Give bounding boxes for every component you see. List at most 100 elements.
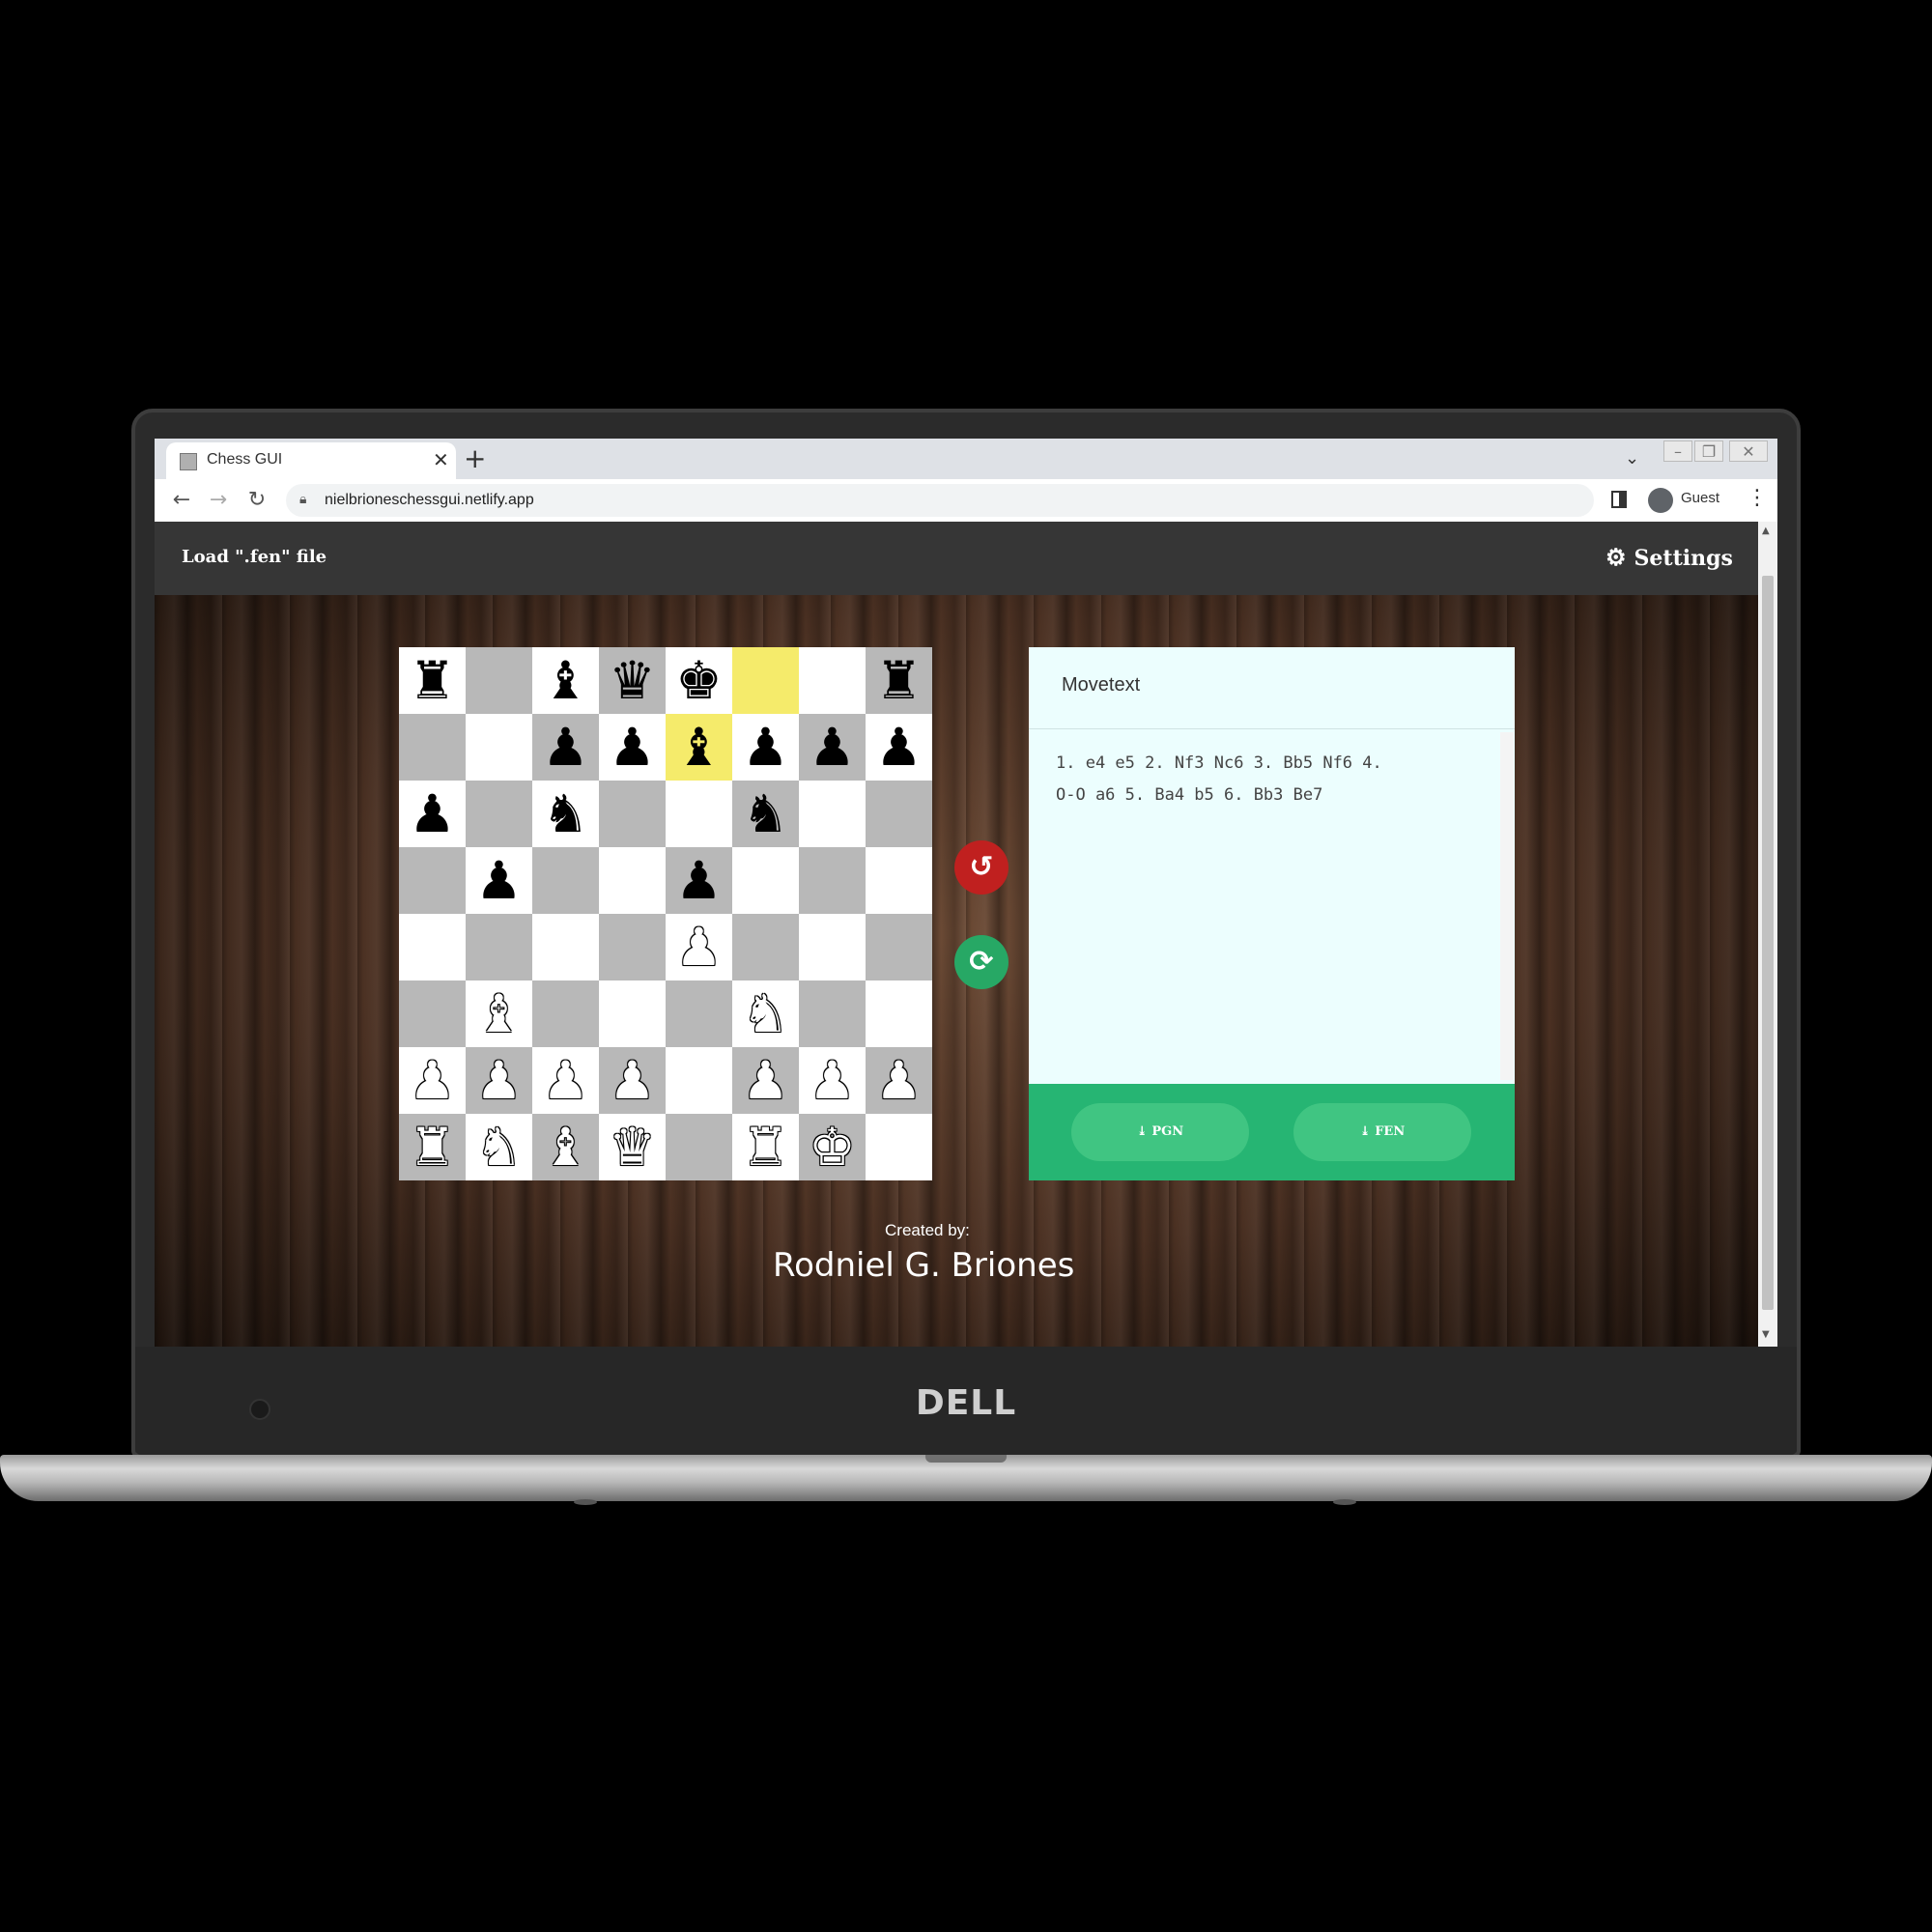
black-knight-icon[interactable]: ♞ [542, 787, 588, 840]
tab-search-icon[interactable]: ⌄ [1625, 448, 1639, 469]
square-d5[interactable] [599, 847, 666, 914]
black-bishop-icon[interactable]: ♝ [542, 654, 588, 707]
white-pawn-icon[interactable]: ♟ [475, 1054, 522, 1107]
square-a5[interactable] [399, 847, 466, 914]
white-rook-icon[interactable]: ♜ [742, 1121, 788, 1174]
download-pgn-button[interactable]: ⤓ PGN [1071, 1103, 1249, 1161]
square-c1[interactable]: ♝ [532, 1114, 599, 1180]
square-d2[interactable]: ♟ [599, 1047, 666, 1114]
minimize-button[interactable]: – [1663, 440, 1692, 462]
square-f1[interactable]: ♜ [732, 1114, 799, 1180]
page-scrollbar[interactable]: ▲ ▼ [1758, 522, 1777, 1347]
black-pawn-icon[interactable]: ♟ [809, 721, 855, 774]
square-a1[interactable]: ♜ [399, 1114, 466, 1180]
white-pawn-icon[interactable]: ♟ [609, 1054, 655, 1107]
white-knight-icon[interactable]: ♞ [742, 987, 788, 1040]
square-d4[interactable] [599, 914, 666, 980]
square-e3[interactable] [666, 980, 732, 1047]
square-g2[interactable]: ♟ [799, 1047, 866, 1114]
tab-close-icon[interactable]: ✕ [433, 448, 449, 471]
black-rook-icon[interactable]: ♜ [409, 654, 455, 707]
square-h8[interactable]: ♜ [866, 647, 932, 714]
square-f2[interactable]: ♟ [732, 1047, 799, 1114]
square-g8[interactable] [799, 647, 866, 714]
square-c7[interactable]: ♟ [532, 714, 599, 781]
scroll-down-icon[interactable]: ▼ [1762, 1329, 1770, 1340]
square-b7[interactable] [466, 714, 532, 781]
square-e6[interactable] [666, 781, 732, 847]
square-e2[interactable] [666, 1047, 732, 1114]
download-fen-button[interactable]: ⤓ FEN [1293, 1103, 1471, 1161]
square-c5[interactable] [532, 847, 599, 914]
white-knight-icon[interactable]: ♞ [475, 1121, 522, 1174]
square-d3[interactable] [599, 980, 666, 1047]
back-icon[interactable]: ← [168, 487, 195, 514]
square-a7[interactable] [399, 714, 466, 781]
white-bishop-icon[interactable]: ♝ [542, 1121, 588, 1174]
white-king-icon[interactable]: ♚ [809, 1121, 855, 1174]
load-fen-button[interactable]: Load ".fen" file [182, 547, 327, 567]
black-pawn-icon[interactable]: ♟ [475, 854, 522, 907]
black-pawn-icon[interactable]: ♟ [542, 721, 588, 774]
black-king-icon[interactable]: ♚ [675, 654, 722, 707]
black-rook-icon[interactable]: ♜ [875, 654, 922, 707]
scroll-up-icon[interactable]: ▲ [1762, 526, 1770, 536]
square-h2[interactable]: ♟ [866, 1047, 932, 1114]
reload-icon[interactable]: ↻ [243, 487, 270, 514]
square-e4[interactable]: ♟ [666, 914, 732, 980]
settings-button[interactable]: ⚙ Settings [1605, 543, 1733, 571]
square-h3[interactable] [866, 980, 932, 1047]
url-text[interactable]: nielbrioneschessgui.netlify.app [325, 492, 534, 509]
square-b6[interactable] [466, 781, 532, 847]
square-h1[interactable] [866, 1114, 932, 1180]
new-tab-button[interactable]: + [464, 442, 486, 474]
square-h4[interactable] [866, 914, 932, 980]
square-b5[interactable]: ♟ [466, 847, 532, 914]
square-f3[interactable]: ♞ [732, 980, 799, 1047]
square-g1[interactable]: ♚ [799, 1114, 866, 1180]
white-pawn-icon[interactable]: ♟ [409, 1054, 455, 1107]
square-g6[interactable] [799, 781, 866, 847]
square-a8[interactable]: ♜ [399, 647, 466, 714]
browser-tab[interactable]: Chess GUI ✕ [166, 442, 456, 479]
white-rook-icon[interactable]: ♜ [409, 1121, 455, 1174]
profile-avatar-icon[interactable] [1648, 488, 1673, 513]
address-bar[interactable]: 🔒︎ nielbrioneschessgui.netlify.app [286, 484, 1594, 517]
square-f5[interactable] [732, 847, 799, 914]
flip-board-button[interactable]: ⟳ [954, 935, 1009, 989]
white-pawn-icon[interactable]: ♟ [742, 1054, 788, 1107]
square-d7[interactable]: ♟ [599, 714, 666, 781]
black-pawn-icon[interactable]: ♟ [742, 721, 788, 774]
profile-label[interactable]: Guest [1681, 490, 1719, 506]
square-h7[interactable]: ♟ [866, 714, 932, 781]
menu-kebab-icon[interactable]: ⋮ [1747, 486, 1768, 510]
square-b2[interactable]: ♟ [466, 1047, 532, 1114]
black-pawn-icon[interactable]: ♟ [675, 854, 722, 907]
square-f7[interactable]: ♟ [732, 714, 799, 781]
restore-button[interactable]: ❐ [1694, 440, 1723, 462]
square-g7[interactable]: ♟ [799, 714, 866, 781]
square-c6[interactable]: ♞ [532, 781, 599, 847]
square-g3[interactable] [799, 980, 866, 1047]
white-queen-icon[interactable]: ♛ [609, 1121, 655, 1174]
square-b8[interactable] [466, 647, 532, 714]
square-e1[interactable] [666, 1114, 732, 1180]
square-g5[interactable] [799, 847, 866, 914]
black-knight-icon[interactable]: ♞ [742, 787, 788, 840]
square-e8[interactable]: ♚ [666, 647, 732, 714]
square-b1[interactable]: ♞ [466, 1114, 532, 1180]
black-queen-icon[interactable]: ♛ [609, 654, 655, 707]
square-b4[interactable] [466, 914, 532, 980]
square-c2[interactable]: ♟ [532, 1047, 599, 1114]
scroll-thumb[interactable] [1762, 576, 1774, 1310]
black-pawn-icon[interactable]: ♟ [609, 721, 655, 774]
square-e5[interactable]: ♟ [666, 847, 732, 914]
square-g4[interactable] [799, 914, 866, 980]
square-c3[interactable] [532, 980, 599, 1047]
square-e7[interactable]: ♝ [666, 714, 732, 781]
square-d8[interactable]: ♛ [599, 647, 666, 714]
square-c4[interactable] [532, 914, 599, 980]
square-f4[interactable] [732, 914, 799, 980]
close-window-button[interactable]: ✕ [1729, 440, 1768, 462]
undo-button[interactable]: ↺ [954, 840, 1009, 895]
